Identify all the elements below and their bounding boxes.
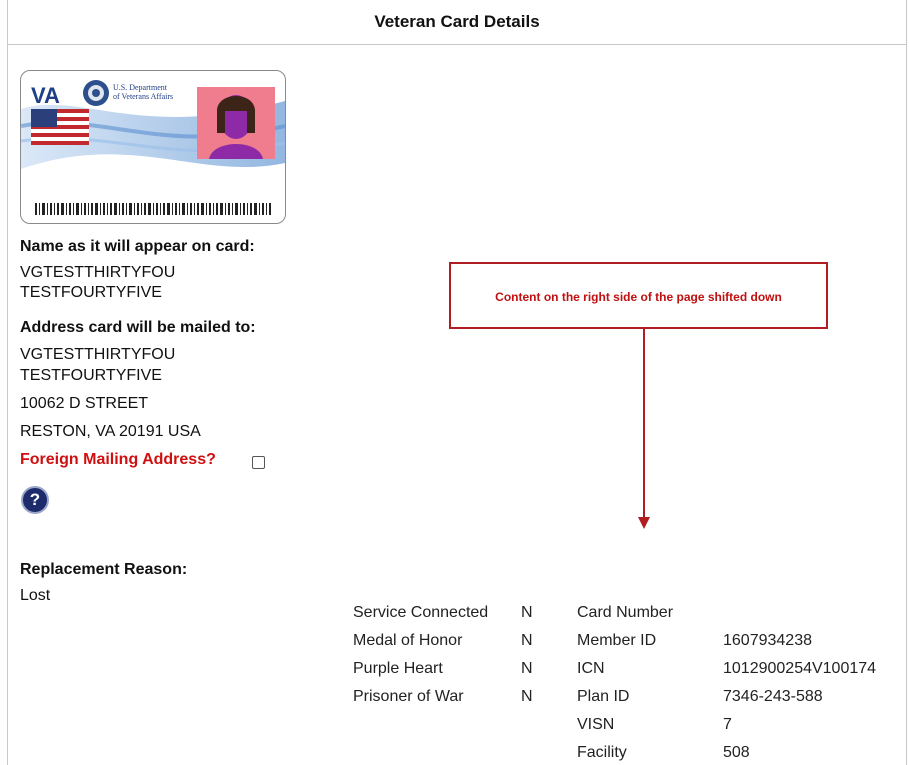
va-logo: VA (31, 83, 60, 108)
flag-label-purple-heart: Purple Heart (353, 660, 443, 677)
replacement-reason-value: Lost (20, 587, 51, 604)
help-icon[interactable]: ? (21, 486, 49, 514)
replacement-reason-label: Replacement Reason: (20, 561, 188, 578)
page-title: Veteran Card Details (8, 0, 906, 45)
detail-value-visn: 7 (723, 716, 732, 733)
address-street: 10062 D STREET (20, 395, 149, 412)
detail-label-member-id: Member ID (577, 632, 657, 649)
address-label: Address card will be mailed to: (20, 319, 256, 336)
name-label: Name as it will appear on card: (20, 238, 255, 255)
department-line2: of Veterans Affairs (113, 92, 174, 101)
annotation-arrow-line (643, 329, 645, 519)
detail-value-facility: 508 (723, 744, 750, 761)
flag-label-medal-of-honor: Medal of Honor (353, 632, 463, 649)
veteran-card-panel: Veteran Card Details VA U.S. Department … (7, 0, 907, 765)
foreign-address-label: Foreign Mailing Address? (20, 451, 216, 468)
detail-label-icn: ICN (577, 660, 605, 677)
flag-value-medal-of-honor: N (521, 632, 533, 649)
address-city-state: RESTON, VA 20191 USA (20, 423, 201, 440)
flag-label-prisoner-of-war: Prisoner of War (353, 688, 464, 705)
name-line1: VGTESTTHIRTYFOU (20, 264, 176, 281)
detail-label-card-number: Card Number (577, 604, 674, 621)
detail-value-member-id: 1607934238 (723, 632, 812, 649)
flag-value-purple-heart: N (521, 660, 533, 677)
flag-value-prisoner-of-war: N (521, 688, 533, 705)
detail-value-plan-id: 7346-243-588 (723, 688, 823, 705)
department-line1: U.S. Department (113, 83, 167, 92)
detail-label-plan-id: Plan ID (577, 688, 630, 705)
detail-value-icn: 1012900254V100174 (723, 660, 877, 677)
address-line1: VGTESTTHIRTYFOU (20, 346, 176, 363)
address-line2: TESTFOURTYFIVE (20, 367, 162, 384)
flag-icon (31, 109, 89, 145)
name-line2: TESTFOURTYFIVE (20, 284, 162, 301)
foreign-address-checkbox[interactable] (252, 456, 265, 469)
annotation-text: Content on the right side of the page sh… (495, 290, 782, 304)
veteran-card-image: VA U.S. Department of Veterans Affairs (20, 70, 286, 224)
barcode (35, 203, 271, 215)
flag-label-service-connected: Service Connected (353, 604, 489, 621)
annotation-box: Content on the right side of the page sh… (449, 262, 828, 329)
annotation-arrow-down-icon (638, 517, 650, 529)
detail-label-facility: Facility (577, 744, 627, 761)
flag-value-service-connected: N (521, 604, 533, 621)
detail-label-visn: VISN (577, 716, 615, 733)
